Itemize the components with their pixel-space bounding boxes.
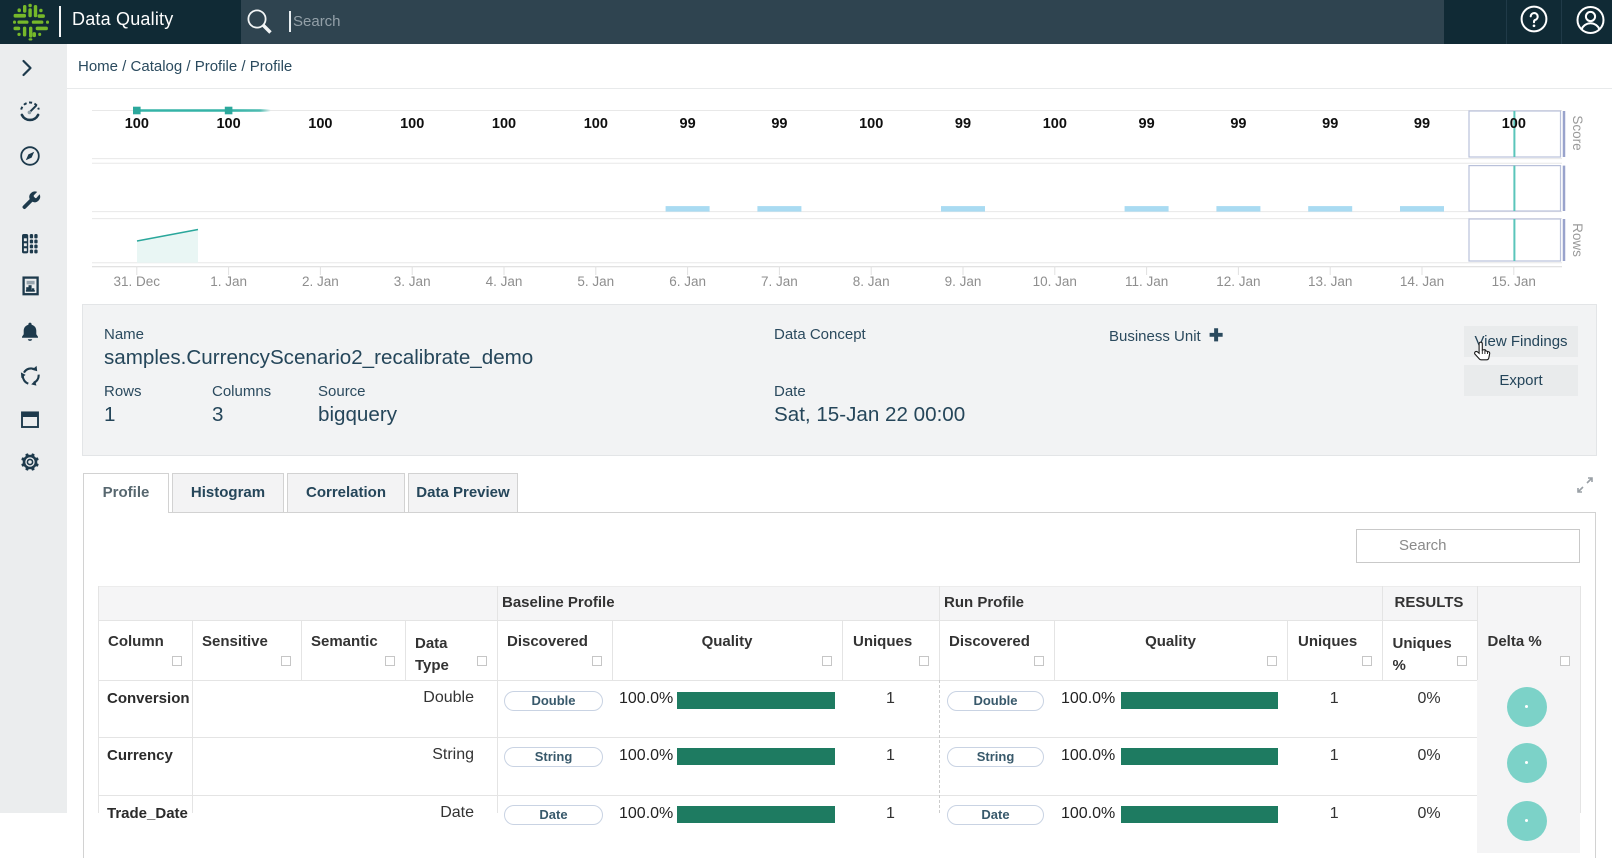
- svg-text:99: 99: [771, 116, 787, 132]
- svg-text:4. Jan: 4. Jan: [486, 274, 523, 289]
- svg-text:7. Jan: 7. Jan: [761, 274, 798, 289]
- svg-text:100: 100: [1502, 116, 1526, 132]
- svg-text:14. Jan: 14. Jan: [1400, 274, 1444, 289]
- svg-text:100: 100: [584, 116, 608, 132]
- svg-text:Rows: Rows: [1570, 223, 1585, 257]
- svg-text:15. Jan: 15. Jan: [1492, 274, 1536, 289]
- svg-text:99: 99: [1139, 116, 1155, 132]
- svg-text:6. Jan: 6. Jan: [669, 274, 706, 289]
- svg-text:8. Jan: 8. Jan: [853, 274, 890, 289]
- svg-text:12. Jan: 12. Jan: [1216, 274, 1260, 289]
- svg-text:99: 99: [680, 116, 696, 132]
- svg-text:100: 100: [400, 116, 424, 132]
- svg-text:11. Jan: 11. Jan: [1125, 274, 1168, 289]
- svg-text:13. Jan: 13. Jan: [1308, 274, 1352, 289]
- svg-text:3. Jan: 3. Jan: [394, 274, 431, 289]
- svg-text:31. Dec: 31. Dec: [114, 274, 161, 289]
- svg-text:99: 99: [1230, 116, 1246, 132]
- svg-text:2. Jan: 2. Jan: [302, 274, 339, 289]
- svg-text:99: 99: [1414, 116, 1430, 132]
- svg-text:1. Jan: 1. Jan: [210, 274, 247, 289]
- svg-text:100: 100: [492, 116, 516, 132]
- svg-text:99: 99: [955, 116, 971, 132]
- svg-text:99: 99: [1322, 116, 1338, 132]
- svg-text:Score: Score: [1570, 115, 1585, 150]
- svg-text:10. Jan: 10. Jan: [1033, 274, 1077, 289]
- svg-text:9. Jan: 9. Jan: [945, 274, 982, 289]
- svg-text:100: 100: [125, 116, 149, 132]
- svg-text:100: 100: [859, 116, 883, 132]
- svg-text:5. Jan: 5. Jan: [577, 274, 614, 289]
- svg-text:100: 100: [1043, 116, 1067, 132]
- svg-text:100: 100: [216, 116, 240, 132]
- svg-text:100: 100: [308, 116, 332, 132]
